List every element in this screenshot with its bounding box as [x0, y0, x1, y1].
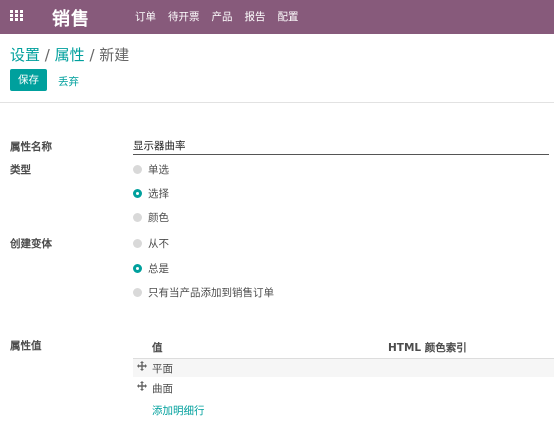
radio-unchecked-icon: [133, 239, 142, 248]
table-row[interactable]: 平面: [133, 359, 554, 377]
apps-grid-icon[interactable]: [10, 10, 23, 22]
discard-button[interactable]: 丢弃: [58, 74, 79, 89]
attribute-name-input[interactable]: [133, 137, 549, 155]
radio-unchecked-icon: [133, 288, 142, 297]
radio-unchecked-icon: [133, 165, 142, 174]
table-row[interactable]: 曲面: [133, 379, 554, 397]
add-line-link[interactable]: 添加明细行: [152, 403, 205, 418]
variant-radio-dynamic[interactable]: 只有当产品添加到销售订单: [133, 285, 274, 300]
top-navbar: 销售 订单 待开票 产品 报告 配置: [0, 0, 554, 34]
breadcrumb-current: 新建: [99, 46, 130, 64]
type-radio-radio[interactable]: 单选: [133, 162, 169, 177]
radio-label: 单选: [148, 164, 169, 176]
drag-handle-icon[interactable]: [137, 381, 147, 391]
menu-orders[interactable]: 订单: [135, 9, 156, 24]
column-header-html-color[interactable]: HTML 颜色索引: [388, 340, 467, 355]
column-header-value[interactable]: 值: [152, 340, 163, 355]
breadcrumb-settings[interactable]: 设置: [10, 46, 40, 64]
breadcrumb-attributes[interactable]: 属性: [55, 46, 85, 64]
attribute-values-label: 属性值: [10, 340, 42, 352]
breadcrumb: 设置 / 属性 / 新建: [10, 44, 129, 65]
create-variant-label: 创建变体: [10, 238, 52, 250]
menu-reporting[interactable]: 报告: [245, 9, 266, 24]
radio-label: 颜色: [148, 212, 169, 224]
type-radio-color[interactable]: 颜色: [133, 210, 169, 225]
menu-configuration[interactable]: 配置: [278, 9, 299, 24]
radio-label: 只有当产品添加到销售订单: [148, 287, 274, 299]
radio-label: 总是: [148, 263, 169, 275]
control-panel-divider: [0, 102, 554, 103]
row-value[interactable]: 曲面: [152, 381, 173, 396]
type-label: 类型: [10, 164, 31, 176]
app-title[interactable]: 销售: [52, 5, 90, 31]
radio-label: 从不: [148, 238, 169, 250]
values-table-header: 值 HTML 颜色索引: [133, 340, 554, 359]
type-radio-select[interactable]: 选择: [133, 186, 169, 201]
attribute-name-label: 属性名称: [10, 141, 52, 153]
variant-radio-always[interactable]: 总是: [133, 261, 169, 276]
menu-products[interactable]: 产品: [212, 9, 233, 24]
top-menu: 订单 待开票 产品 报告 配置: [135, 9, 299, 24]
radio-checked-icon: [133, 189, 142, 198]
drag-handle-icon[interactable]: [137, 361, 147, 371]
row-value[interactable]: 平面: [152, 361, 173, 376]
variant-radio-never[interactable]: 从不: [133, 236, 169, 251]
save-button[interactable]: 保存: [10, 69, 47, 91]
radio-unchecked-icon: [133, 213, 142, 222]
radio-checked-icon: [133, 264, 142, 273]
breadcrumb-separator: /: [89, 46, 95, 64]
menu-to-invoice[interactable]: 待开票: [168, 9, 200, 24]
radio-label: 选择: [148, 188, 169, 200]
breadcrumb-separator: /: [44, 46, 50, 64]
